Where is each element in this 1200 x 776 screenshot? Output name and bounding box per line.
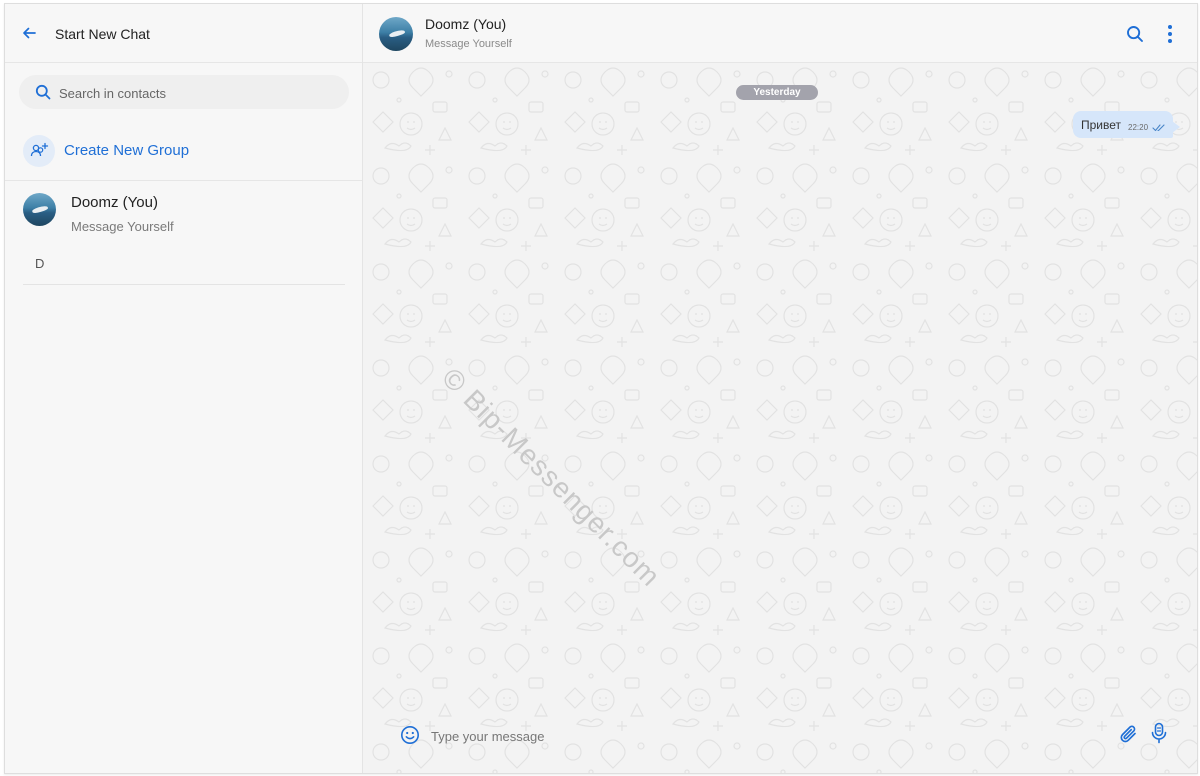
message-text: Привет (1081, 118, 1122, 132)
back-arrow-icon[interactable] (20, 24, 38, 42)
chat-panel: Doomz (You) Message Yourself © Bip-Messe… (363, 4, 1197, 773)
more-vertical-icon[interactable] (1163, 24, 1177, 44)
chat-header: Doomz (You) Message Yourself (363, 4, 1197, 63)
date-separator: Yesterday (736, 85, 818, 100)
sidebar: Start New Chat Create New Group D (5, 4, 363, 773)
sidebar-title: Start New Chat (55, 26, 150, 42)
search-icon[interactable] (1126, 25, 1144, 43)
create-new-group-button[interactable]: Create New Group (5, 124, 362, 181)
microphone-icon[interactable] (1151, 722, 1167, 744)
contact-status: Message Yourself (71, 219, 174, 234)
message-time: 22:20 (1128, 123, 1149, 132)
search-icon (35, 84, 51, 100)
section-divider (23, 284, 345, 285)
message-bubble-outgoing[interactable]: Привет 22:20 (1073, 111, 1180, 138)
group-add-icon (23, 135, 55, 167)
message-composer (363, 710, 1197, 773)
contact-search[interactable] (19, 75, 349, 111)
paperclip-icon[interactable] (1118, 723, 1140, 745)
contact-item[interactable]: Doomz (You) Message Yourself (5, 180, 362, 244)
message-area[interactable]: © Bip-Messenger.com Yesterday Привет 22:… (363, 62, 1197, 773)
search-contacts-input[interactable] (57, 75, 341, 111)
section-letter: D (35, 256, 45, 271)
sidebar-header: Start New Chat (5, 4, 362, 63)
emoji-icon[interactable] (400, 725, 420, 745)
contact-name: Doomz (You) (71, 194, 158, 211)
avatar (23, 193, 56, 226)
chat-contact-name[interactable]: Doomz (You) (425, 16, 506, 32)
chat-contact-status: Message Yourself (425, 38, 512, 50)
chat-avatar[interactable] (379, 17, 413, 51)
bip-messenger-window: Start New Chat Create New Group D (4, 3, 1198, 774)
create-new-group-label: Create New Group (64, 142, 190, 159)
double-check-icon (1152, 124, 1165, 132)
message-input[interactable] (429, 722, 1073, 750)
